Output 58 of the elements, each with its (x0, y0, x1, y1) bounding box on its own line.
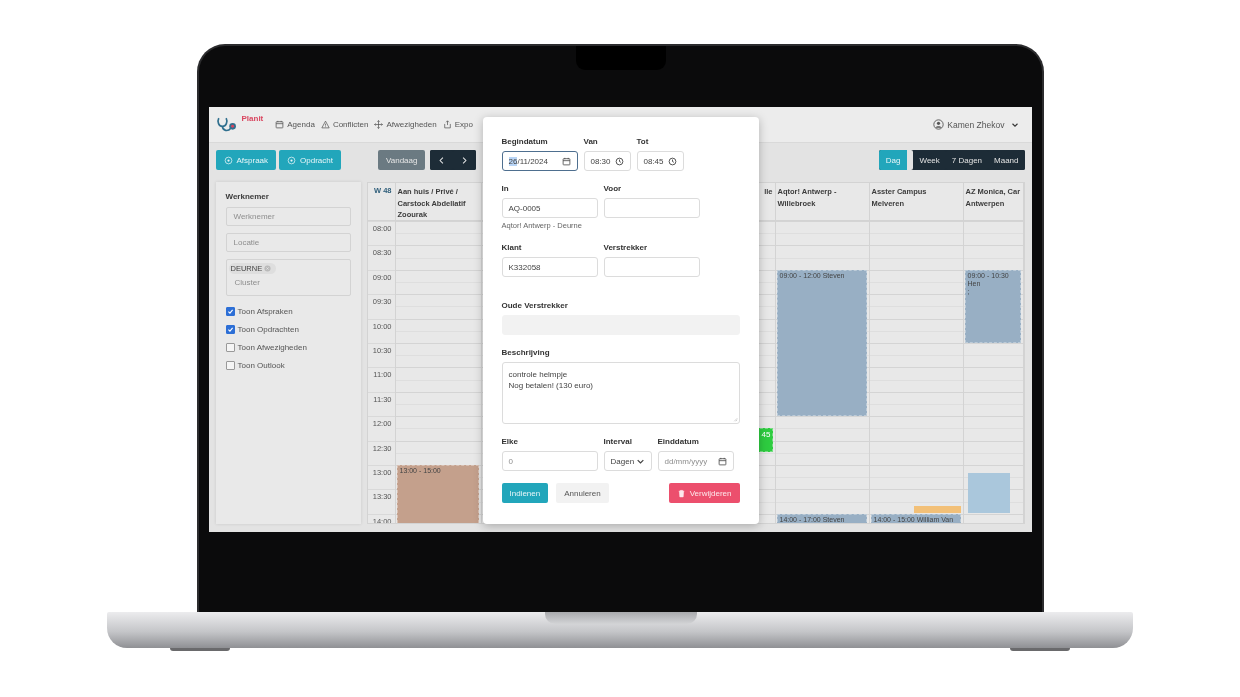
circle-dot-icon (223, 155, 233, 165)
field-label: Verstrekker (603, 243, 649, 253)
checkbox[interactable] (225, 342, 235, 352)
date-field[interactable]: 26/11/2024 (501, 151, 578, 171)
text-field[interactable] (603, 257, 700, 277)
text-field[interactable]: 0 (501, 451, 598, 471)
nav-link[interactable]: Afwezigheden (374, 120, 437, 129)
clock-icon (614, 156, 624, 166)
trash-icon (676, 488, 686, 498)
remove-icon (264, 265, 272, 272)
user-icon (933, 119, 945, 130)
field-label: Tot (636, 137, 650, 147)
nav-link[interactable]: Conflicten (320, 120, 369, 129)
dropdown[interactable]: Dagen (603, 451, 652, 471)
time-field[interactable]: 08:45 (636, 151, 684, 171)
field-label: Begindatum (501, 137, 549, 147)
nav-link[interactable]: Expo (442, 120, 473, 129)
text-field[interactable]: AQ-0005 (501, 198, 598, 218)
checkbox-option[interactable]: Toon Afwezigheden (225, 338, 351, 356)
checkbox[interactable] (225, 306, 235, 316)
move-arrows-icon (374, 120, 384, 129)
cancel-button[interactable]: Annuleren (556, 483, 609, 503)
field-label: Interval (603, 437, 633, 447)
event-block[interactable] (967, 473, 1010, 513)
section-title: Werknemer (225, 192, 270, 201)
checkbox[interactable] (225, 324, 235, 334)
resize-handle-icon (731, 416, 738, 422)
text-field[interactable]: K332058 (501, 257, 598, 277)
clock-icon (667, 156, 677, 166)
calendar-icon (561, 156, 571, 166)
checkbox-option[interactable]: Toon Outlook (225, 356, 351, 374)
text-field[interactable] (603, 198, 700, 218)
checkbox-option[interactable]: Toon Afspraken (225, 302, 351, 320)
field-label: Klant (501, 243, 523, 253)
date-field[interactable]: dd/mm/yyyy (657, 451, 734, 471)
time-field[interactable]: 08:30 (583, 151, 631, 171)
calendar-icon (275, 120, 285, 129)
laptop-foot (1010, 648, 1070, 651)
checkbox[interactable] (225, 360, 235, 370)
user-menu[interactable]: Kamen Zhekov (933, 119, 1019, 130)
chevron-right-icon (460, 155, 470, 165)
field-label: In (501, 184, 510, 194)
text-area[interactable]: controle helmpje Nog betalen! (130 euro) (501, 362, 740, 424)
field-label: Oude Verstrekker (501, 301, 569, 311)
nav-link[interactable]: Agenda (275, 120, 315, 129)
checkbox-option[interactable]: Toon Opdrachten (225, 320, 351, 338)
field-label: Beschrijving (501, 348, 551, 358)
laptop-foot (170, 648, 230, 651)
today-button[interactable]: Vandaag (378, 150, 426, 170)
field-label: Van (583, 137, 599, 147)
warning-icon (320, 120, 330, 129)
field-label: Elke (501, 437, 519, 447)
app-logo-text: Planit (241, 114, 264, 123)
circle-dot-icon (287, 155, 297, 165)
field-label: Einddatum (657, 437, 700, 447)
export-icon (442, 120, 452, 129)
field-label: Voor (603, 184, 623, 194)
calendar-icon (717, 456, 727, 466)
